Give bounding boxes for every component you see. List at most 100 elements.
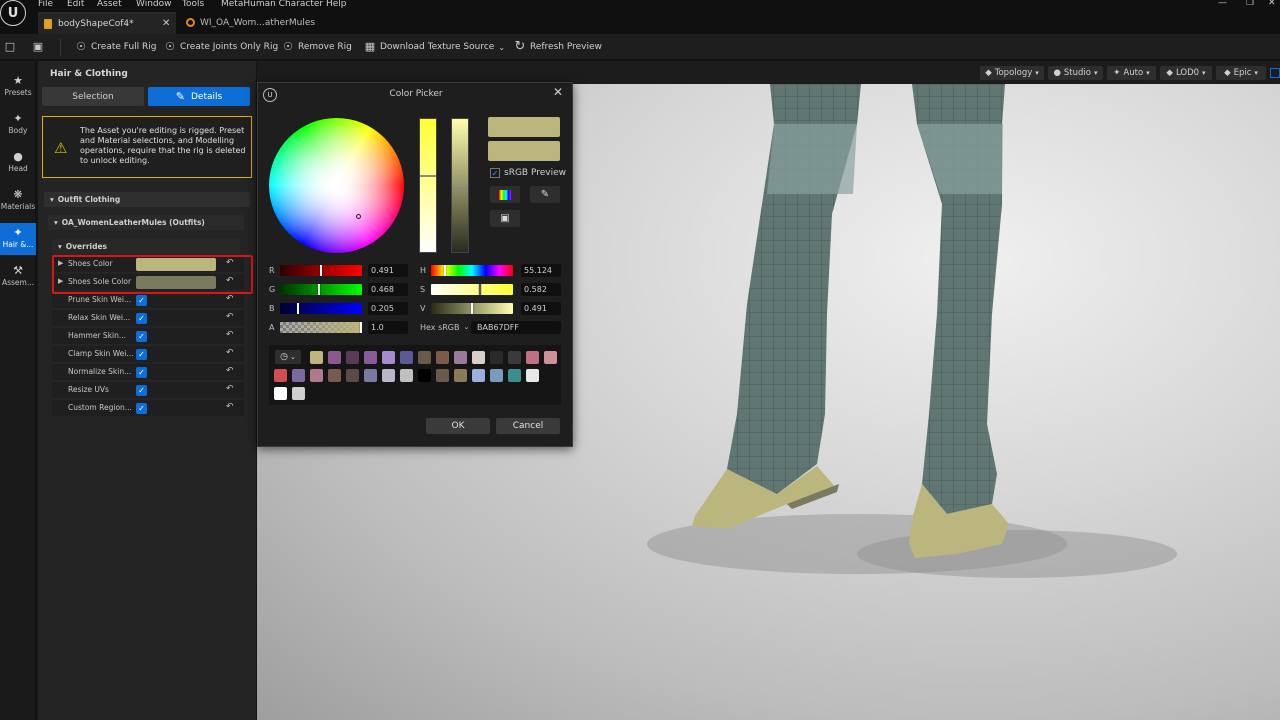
palette-swatch[interactable] — [472, 369, 485, 382]
g-slider-handle[interactable] — [318, 284, 320, 295]
tab-outfit-asset[interactable]: WI_OA_Wom...atherMules — [180, 12, 330, 34]
g-slider[interactable] — [280, 284, 362, 295]
palette-swatch[interactable] — [526, 351, 539, 364]
palette-swatch[interactable] — [436, 369, 449, 382]
reset-arrow-icon[interactable]: ↶ — [226, 330, 234, 340]
color-wheel-marker[interactable] — [356, 214, 361, 219]
menu-help[interactable]: Help — [326, 0, 347, 9]
rail-item-assembly[interactable]: ⚒ Assem... — [0, 261, 36, 293]
checkbox[interactable]: ✓ — [136, 295, 147, 306]
expand-arrow-icon[interactable]: ▶ — [58, 259, 63, 267]
saturation-bar[interactable] — [419, 118, 437, 253]
layout-icon[interactable] — [1270, 68, 1280, 78]
reset-arrow-icon[interactable]: ↶ — [226, 366, 234, 376]
reset-arrow-icon[interactable]: ↶ — [226, 402, 234, 412]
palette-swatch[interactable] — [310, 351, 323, 364]
palette-swatch[interactable] — [274, 387, 287, 400]
palette-swatch[interactable] — [418, 351, 431, 364]
h-slider[interactable] — [431, 265, 513, 276]
browse-icon[interactable]: ▣ — [32, 39, 44, 55]
palette-swatch[interactable] — [436, 351, 449, 364]
cancel-button[interactable]: Cancel — [496, 418, 560, 434]
s-slider-handle[interactable] — [479, 284, 481, 295]
checkbox[interactable]: ✓ — [136, 367, 147, 378]
palette-swatch[interactable] — [382, 351, 395, 364]
rail-item-body[interactable]: ✦ Body — [0, 109, 36, 141]
hex-mode-dropdown[interactable]: Hex sRGB ⌄ — [420, 323, 469, 332]
tab-bodyshape[interactable]: bodyShapeCof4* ✕ — [38, 12, 176, 34]
a-value-field[interactable]: 1.0 — [368, 321, 408, 334]
palette-swatch[interactable] — [292, 387, 305, 400]
checkbox[interactable]: ✓ — [136, 349, 147, 360]
close-window-icon[interactable]: ✕ — [1268, 0, 1276, 8]
a-slider[interactable] — [280, 322, 362, 333]
shoes-sole-color-swatch[interactable] — [136, 276, 216, 289]
menu-file[interactable]: File — [38, 0, 53, 9]
palette-swatch[interactable] — [382, 369, 395, 382]
rail-item-presets[interactable]: ★ Presets — [0, 71, 36, 103]
h-slider-handle[interactable] — [444, 265, 446, 276]
ok-button[interactable]: OK — [426, 418, 490, 434]
palette-swatch[interactable] — [454, 351, 467, 364]
srgb-checkbox[interactable]: ✓ — [490, 168, 500, 178]
reset-arrow-icon[interactable]: ↶ — [226, 312, 234, 322]
create-full-rig-button[interactable]: ☉ Create Full Rig — [75, 39, 156, 55]
hex-value-field[interactable]: BAB67DFF — [471, 321, 561, 334]
checkbox[interactable]: ✓ — [136, 313, 147, 324]
outfit-asset-section[interactable]: ▾ OA_WomenLeatherMules (Outfits) — [48, 215, 244, 230]
palette-swatch[interactable] — [364, 369, 377, 382]
outfit-clothing-section[interactable]: ▾ Outfit Clothing — [44, 192, 250, 207]
rail-item-head[interactable]: ● Head — [0, 147, 36, 179]
r-slider[interactable] — [280, 265, 362, 276]
download-texture-source-button[interactable]: ▦ Download Texture Source ⌄ — [364, 39, 505, 55]
palette-swatch[interactable] — [346, 369, 359, 382]
topology-button[interactable]: ◆ Topology ▾ — [980, 66, 1044, 80]
reset-arrow-icon[interactable]: ↶ — [226, 384, 234, 394]
palette-swatch[interactable] — [328, 369, 341, 382]
a-slider-handle[interactable] — [360, 322, 362, 333]
palette-swatch[interactable] — [400, 369, 413, 382]
palette-swatch[interactable] — [274, 369, 287, 382]
g-value-field[interactable]: 0.468 — [368, 283, 408, 296]
menu-asset[interactable]: Asset — [97, 0, 122, 9]
v-value-field[interactable]: 0.491 — [521, 302, 561, 315]
palette-swatch[interactable] — [490, 351, 503, 364]
remove-rig-button[interactable]: ☉ Remove Rig — [282, 39, 352, 55]
b-value-field[interactable]: 0.205 — [368, 302, 408, 315]
menu-edit[interactable]: Edit — [67, 0, 84, 9]
menu-window[interactable]: Window — [136, 0, 172, 9]
palette-swatch[interactable] — [310, 369, 323, 382]
reset-arrow-icon[interactable]: ↶ — [226, 276, 234, 286]
minimize-icon[interactable]: — — [1218, 0, 1227, 8]
h-value-field[interactable]: 55.124 — [521, 264, 561, 277]
lod-button[interactable]: ◆ LOD0 ▾ — [1160, 66, 1212, 80]
palette-swatch[interactable] — [400, 351, 413, 364]
studio-button[interactable]: ● Studio ▾ — [1048, 66, 1103, 80]
refresh-preview-button[interactable]: ↻ Refresh Preview — [514, 39, 602, 55]
maximize-icon[interactable]: ❐ — [1246, 0, 1254, 8]
auto-button[interactable]: ✦ Auto ▾ — [1107, 66, 1156, 80]
value-bar-marker[interactable] — [452, 187, 468, 189]
color-wheel[interactable] — [269, 118, 404, 253]
checkbox[interactable]: ✓ — [136, 331, 147, 342]
checkbox[interactable]: ✓ — [136, 385, 147, 396]
create-joints-only-rig-button[interactable]: ☉ Create Joints Only Rig — [164, 39, 278, 55]
rail-item-materials[interactable]: ❋ Materials — [0, 185, 36, 217]
value-bar[interactable] — [451, 118, 469, 253]
r-slider-handle[interactable] — [320, 265, 322, 276]
palette-swatch[interactable] — [364, 351, 377, 364]
selection-tab[interactable]: Selection — [42, 87, 144, 106]
menu-metahuman-character[interactable]: MetaHuman Character — [221, 0, 323, 9]
palette-swatch[interactable] — [508, 369, 521, 382]
quality-button[interactable]: ◆ Epic ▾ — [1216, 66, 1266, 80]
palette-swatch[interactable] — [328, 351, 341, 364]
palette-swatch[interactable] — [292, 369, 305, 382]
checkbox[interactable]: ✓ — [136, 403, 147, 414]
s-value-field[interactable]: 0.582 — [521, 283, 561, 296]
color-themes-button[interactable] — [490, 186, 520, 203]
palette-swatch[interactable] — [526, 369, 539, 382]
palette-swatch[interactable] — [454, 369, 467, 382]
reset-arrow-icon[interactable]: ↶ — [226, 258, 234, 268]
saturation-bar-marker[interactable] — [420, 175, 436, 177]
details-tab[interactable]: ✎ Details — [148, 87, 250, 106]
